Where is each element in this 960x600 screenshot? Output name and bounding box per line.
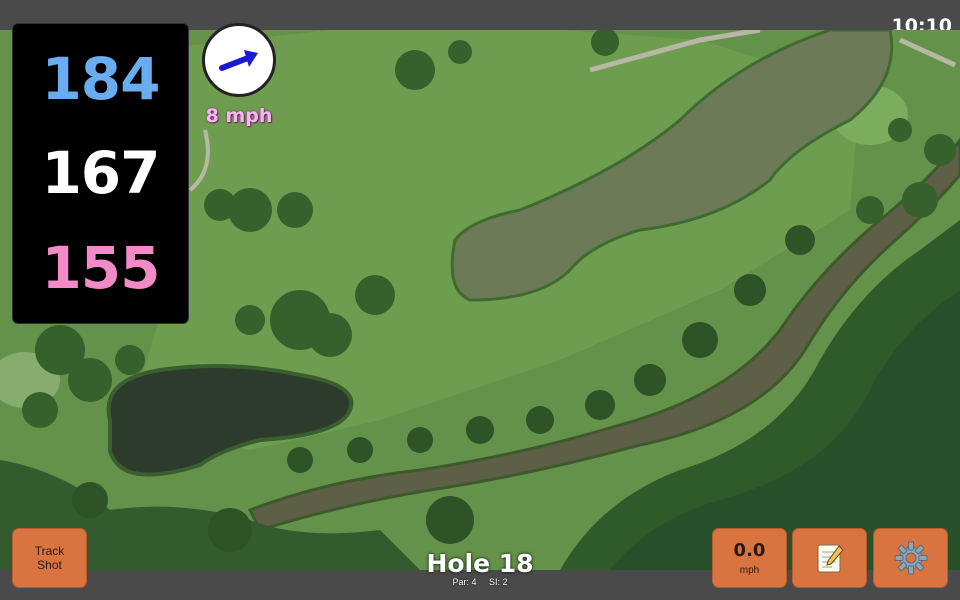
speed-unit: mph	[739, 565, 760, 576]
hole-par: Par: 4	[452, 577, 477, 587]
notepad-icon	[817, 544, 844, 573]
speed-button[interactable]: 0.0 mph	[712, 528, 787, 588]
center-distance: 167	[41, 139, 160, 208]
yardage-panel: 184 167 155	[12, 23, 189, 324]
track-shot-label-line2: Shot	[37, 558, 62, 572]
track-shot-button[interactable]: Track Shot	[12, 528, 87, 588]
notes-button[interactable]	[792, 528, 867, 588]
hole-meta: Par: 4 SI: 2	[380, 577, 580, 587]
wind-indicator	[202, 23, 276, 97]
hole-stroke-index: SI: 2	[489, 577, 508, 587]
wind-arrow-icon	[219, 50, 258, 71]
front-distance: 155	[41, 233, 160, 302]
back-distance: 184	[41, 45, 160, 114]
track-shot-label-line1: Track	[34, 544, 65, 558]
settings-button[interactable]	[873, 528, 948, 588]
speed-value: 0.0	[733, 540, 766, 561]
hole-title: Hole 18	[426, 549, 534, 578]
wind-speed-label: 8 mph	[205, 105, 273, 127]
gear-icon	[894, 541, 927, 575]
